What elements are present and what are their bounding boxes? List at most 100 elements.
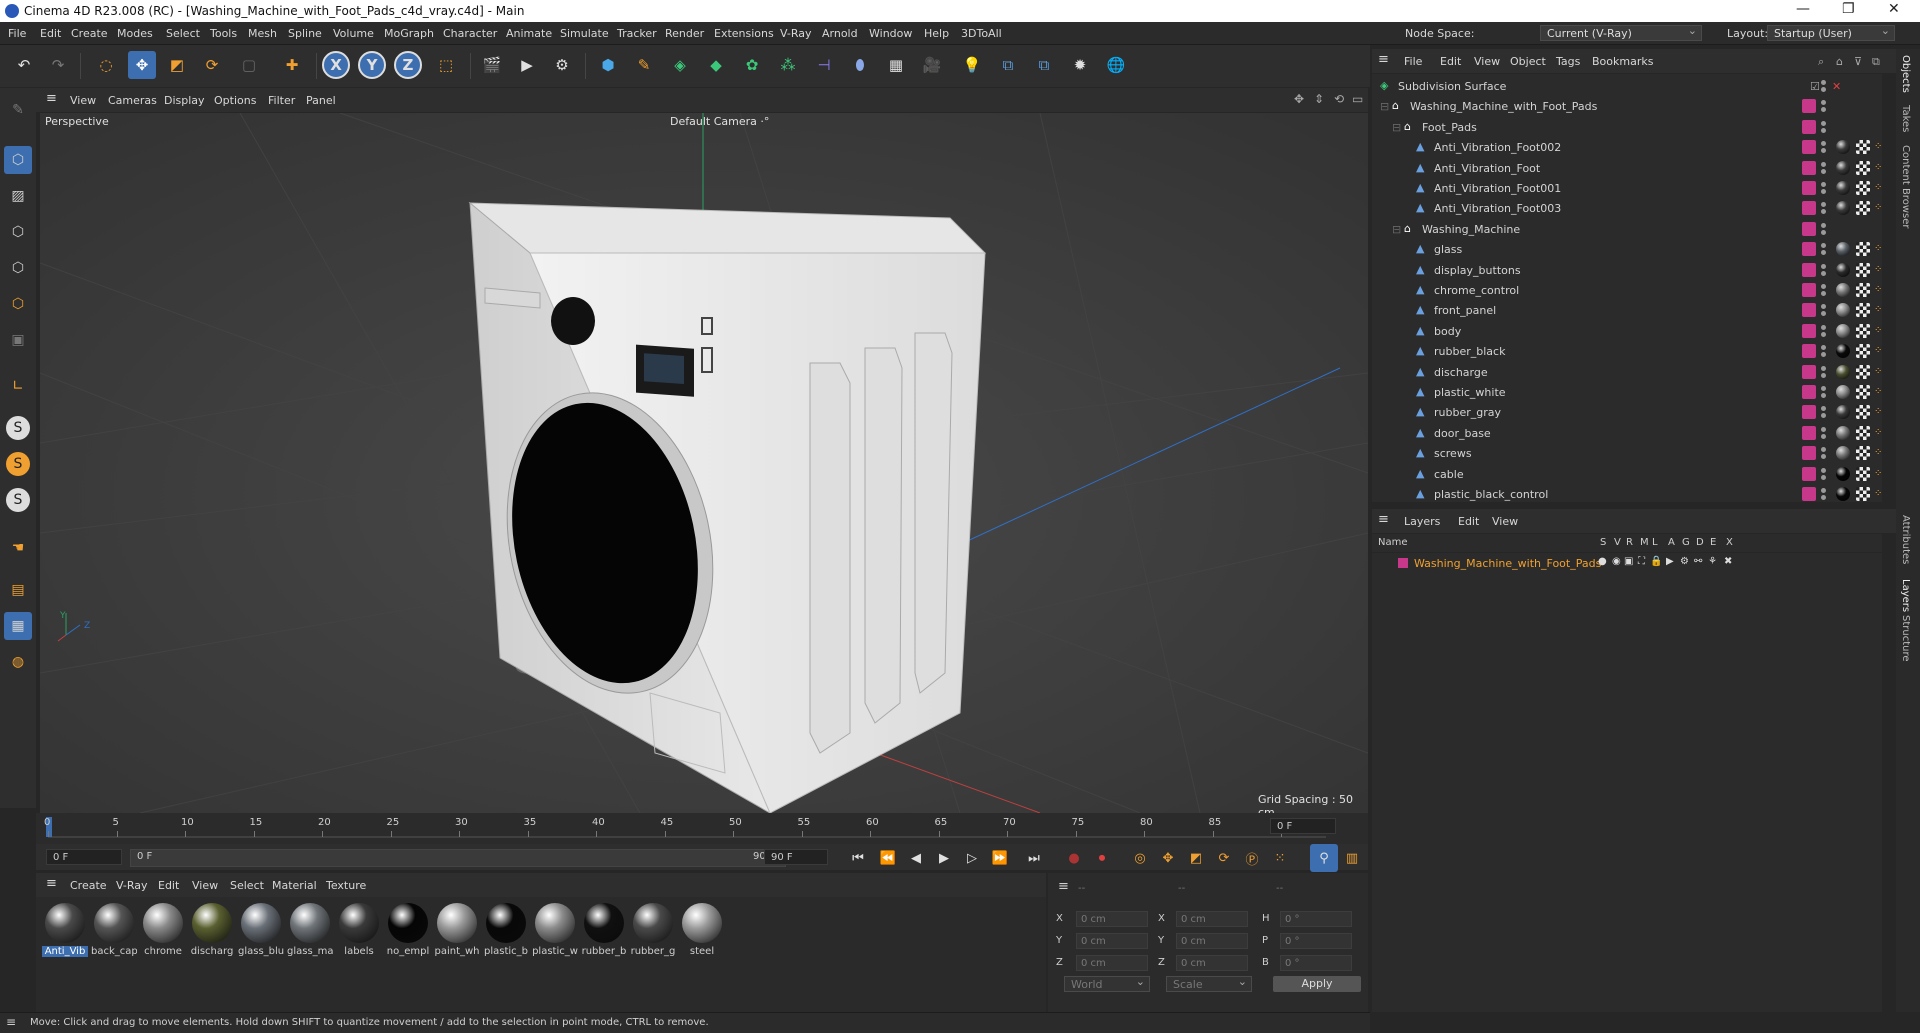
layer-color-tag[interactable] (1802, 140, 1816, 155)
objects-new-window-icon[interactable]: ⧉ (1872, 55, 1880, 69)
editor-visibility-dot[interactable] (1821, 100, 1826, 106)
coord-value-field[interactable]: 0 cm (1176, 955, 1248, 971)
objects-filter-icon[interactable]: ⊽ (1854, 55, 1862, 68)
objects-menu-edit[interactable]: Edit (1440, 55, 1461, 68)
editor-visibility-dot[interactable] (1821, 120, 1826, 126)
render-view-icon[interactable]: 🎬 (478, 51, 506, 79)
viewport-maximize-icon[interactable]: ▭ (1352, 92, 1363, 106)
uvw-tag-icon[interactable] (1856, 446, 1870, 461)
quantize-icon[interactable]: S (6, 488, 30, 512)
render-visibility-dot[interactable] (1821, 250, 1826, 256)
previous-frame-icon[interactable]: ◀ (902, 844, 930, 872)
editor-visibility-dot[interactable] (1821, 80, 1826, 85)
material-tag-icon[interactable] (1836, 487, 1850, 501)
material-menu-edit[interactable]: Edit (158, 879, 179, 892)
pen-spline-icon[interactable]: ✎ (630, 51, 658, 79)
rotate-tool-icon[interactable]: ⟳ (198, 51, 226, 79)
key-param-icon[interactable]: Ⓟ (1238, 844, 1266, 872)
undo-icon[interactable]: ↶ (10, 51, 38, 79)
x-axis-lock-icon[interactable]: X (322, 51, 350, 79)
render-visibility-dot[interactable] (1821, 189, 1826, 194)
phong-tag-icon[interactable]: ⁘ (1874, 366, 1882, 377)
material-tag-icon[interactable] (1836, 466, 1850, 481)
menu-create[interactable]: Create (71, 27, 108, 40)
layer-view-icon[interactable]: ◉ (1612, 556, 1621, 567)
objects-home-icon[interactable]: ⌂ (1836, 55, 1843, 68)
objects-menu-tags[interactable]: Tags (1556, 55, 1580, 68)
menu-modes[interactable]: Modes (117, 27, 153, 40)
layer-lock-icon[interactable]: 🔒 (1650, 556, 1662, 567)
phong-tag-icon[interactable]: ⁘ (1874, 304, 1882, 315)
render-visibility-dot[interactable] (1821, 229, 1826, 235)
uvw-tag-icon[interactable] (1856, 201, 1870, 216)
object-row[interactable]: ▲ screws ⁘ (1372, 443, 1882, 463)
material-menu-create[interactable]: Create (70, 879, 107, 892)
material-swatch[interactable]: Anti_Vib (42, 901, 88, 961)
editor-visibility-dot[interactable] (1821, 386, 1826, 391)
layer-color-tag[interactable] (1802, 385, 1816, 399)
uvw-tag-icon[interactable] (1856, 140, 1870, 155)
python-script-icon[interactable]: ⧉ (1030, 51, 1058, 79)
uv-mode-icon[interactable]: ▣ (4, 326, 32, 354)
maximize-button[interactable]: ❐ (1842, 1, 1855, 17)
render-visibility-dot[interactable] (1821, 495, 1826, 500)
key-pla-icon[interactable]: ⁙ (1266, 844, 1294, 872)
object-row[interactable]: ▲ door_base ⁘ (1372, 423, 1882, 443)
editor-visibility-dot[interactable] (1821, 426, 1826, 432)
menu-window[interactable]: Window (869, 27, 912, 40)
layer-color-tag[interactable] (1802, 487, 1816, 501)
object-row[interactable]: ▲ cable ⁘ (1372, 464, 1882, 484)
object-row[interactable]: ▲ body ⁘ (1372, 321, 1882, 341)
material-tag-icon[interactable] (1836, 262, 1850, 277)
coord-value-field[interactable]: 0 cm (1076, 955, 1148, 971)
editor-visibility-dot[interactable] (1821, 284, 1826, 289)
material-tag-icon[interactable] (1836, 160, 1850, 175)
menu-select[interactable]: Select (166, 27, 200, 40)
layer-color-tag[interactable] (1802, 242, 1816, 257)
phong-tag-icon[interactable]: ⁘ (1874, 386, 1882, 397)
axis-mode-icon[interactable]: ∟ (4, 372, 32, 400)
scale-tool-icon[interactable]: ◩ (163, 51, 191, 79)
object-row[interactable]: ⊟ ⌂ Washing_Machine (1372, 219, 1882, 239)
material-menu-material[interactable]: Material (272, 879, 317, 892)
menu-render[interactable]: Render (665, 27, 704, 40)
layer-animation-icon[interactable]: ▶ (1666, 556, 1674, 567)
side-tab-structure[interactable]: Structure (1900, 615, 1911, 662)
viewport-menu-display[interactable]: Display (164, 94, 205, 107)
timeline-end-field[interactable]: 0 F (1270, 818, 1336, 834)
uvw-tag-icon[interactable] (1856, 405, 1870, 420)
editor-visibility-dot[interactable] (1821, 406, 1826, 412)
menu-arnold[interactable]: Arnold (822, 27, 858, 40)
snap-settings-icon[interactable]: S (6, 452, 30, 476)
z-axis-lock-icon[interactable]: Z (394, 51, 422, 79)
object-row[interactable]: ◈ Subdivision Surface ☑ ✕ (1372, 76, 1882, 96)
layer-render-icon[interactable]: ▣ (1624, 556, 1633, 567)
layer-color-tag[interactable] (1802, 303, 1816, 318)
render-visibility-dot[interactable] (1821, 270, 1826, 276)
coords-hamburger-icon[interactable]: ≡ (1058, 879, 1069, 894)
enabled-check-icon[interactable]: ☑ (1810, 80, 1820, 93)
keyframe-selection-icon[interactable]: ◎ (1126, 844, 1154, 872)
menu-help[interactable]: Help (924, 27, 949, 40)
move-tool-icon[interactable]: ✥ (128, 51, 156, 79)
layer-color-tag[interactable] (1802, 344, 1816, 359)
render-visibility-dot[interactable] (1821, 291, 1826, 296)
uvw-tag-icon[interactable] (1856, 181, 1870, 195)
mograph-icon[interactable]: ⁂ (774, 51, 802, 79)
tweak-mode-icon[interactable]: ☚ (4, 534, 32, 562)
uvw-tag-icon[interactable] (1856, 487, 1870, 501)
uvw-tag-icon[interactable] (1856, 160, 1870, 175)
next-frame-icon[interactable]: ▷ (958, 844, 986, 872)
material-menu-texture[interactable]: Texture (326, 879, 366, 892)
layer-expressions-icon[interactable]: ⚘ (1708, 556, 1717, 567)
live-selection-icon[interactable]: ◌ (92, 51, 120, 79)
coord-value-field[interactable]: 0 cm (1076, 933, 1148, 949)
material-swatch[interactable]: no_empl (385, 901, 431, 961)
object-row[interactable]: ▲ Anti_Vibration_Foot002 ⁘ (1372, 137, 1882, 157)
editor-visibility-dot[interactable] (1821, 243, 1826, 249)
material-hamburger-icon[interactable]: ≡ (46, 876, 57, 891)
material-swatch[interactable]: plastic_b (483, 901, 529, 961)
world-coordinates-icon[interactable]: ⬚ (432, 51, 460, 79)
extrude-generator-icon[interactable]: ◆ (702, 51, 730, 79)
vray-globe-icon[interactable]: 🌐 (1102, 51, 1130, 79)
